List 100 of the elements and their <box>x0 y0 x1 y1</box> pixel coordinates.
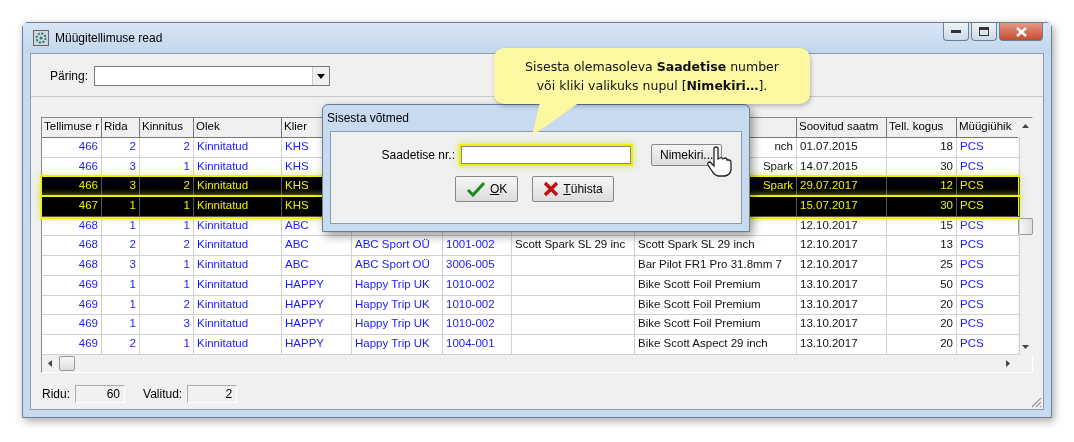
line-cell-text: 2 <box>129 336 136 351</box>
client-name-cell: ABC Sport OÜ <box>355 258 430 273</box>
quantity-cell-text: 13 <box>940 238 953 253</box>
line-cell-text: 2 <box>129 238 136 253</box>
order-number-cell-text: 469 <box>78 277 98 292</box>
client-code-cell-text: KHS <box>285 140 309 154</box>
client-code-cell-text: KHS <box>285 159 309 174</box>
unit-cell-text: PCS <box>960 238 984 253</box>
confirmation-cell-text: 2 <box>183 297 190 312</box>
client-code-cell: HAPPY <box>285 317 324 332</box>
confirmation-cell-text: 1 <box>183 218 190 233</box>
status-cell-text: Kinnitatud <box>197 238 249 253</box>
status-label: Valitud: <box>143 387 183 401</box>
quantity-cell-text: 20 <box>940 297 953 312</box>
date-cell-text: 12.10.2017 <box>800 238 858 253</box>
line-cell: 1 <box>129 317 136 332</box>
status-value: 60 <box>75 385 125 403</box>
date-cell-text: 13.10.2017 <box>800 297 858 312</box>
client-code-cell: KHS <box>285 199 309 214</box>
line-cell-text: 3 <box>129 159 136 174</box>
line-cell-text: 1 <box>129 297 136 312</box>
callout-text: Sisesta olemasoleva Saadetise number või kliki valikuks nupul [Nimekiri…]. <box>524 58 780 95</box>
article-name-cell-text: Spark <box>762 159 793 174</box>
quantity-cell-text: 20 <box>940 336 953 351</box>
unit-cell-text: PCS <box>960 179 984 194</box>
date-cell-text: 13.10.2017 <box>800 336 858 351</box>
quantity-cell-text: 12 <box>940 179 953 194</box>
unit-cell: PCS <box>960 317 984 332</box>
unit-cell-text: PCS <box>960 140 984 154</box>
order-number-cell-text: 468 <box>78 218 98 233</box>
article-code-cell-text: 1010-002 <box>446 297 495 312</box>
client-code-cell-text: HAPPY <box>285 297 324 312</box>
quantity-cell-text: 30 <box>940 159 953 174</box>
order-number-cell: 468 <box>78 258 98 273</box>
client-name-cell: Happy Trip UK <box>355 317 430 332</box>
article-name-cell-text: Bike Scott Foil Premium <box>638 297 761 312</box>
client-code-cell-text: HAPPY <box>285 277 324 292</box>
article-name-cell: Bar Pilot FR1 Pro 31.8mm 7 <box>638 258 782 273</box>
confirmation-cell-text: 2 <box>183 140 190 154</box>
quantity-cell: 30 <box>940 199 953 214</box>
client-code-cell-text: KHS <box>285 179 309 194</box>
status-cell-text: Kinnitatud <box>197 297 249 312</box>
status-cell: Kinnitatud <box>197 199 249 214</box>
order-number-cell-text: 469 <box>78 336 98 351</box>
unit-cell: PCS <box>960 199 984 214</box>
status-cell: Kinnitatud <box>197 258 249 273</box>
confirmation-cell-text: 1 <box>183 277 190 292</box>
date-cell-text: 14.07.2015 <box>800 159 858 174</box>
client-code-cell-text: ABC <box>285 238 309 253</box>
quantity-cell: 20 <box>940 317 953 332</box>
article-name-cell-text: Bike Scott Foil Premium <box>638 277 761 292</box>
article-name-cell-text: nch <box>774 140 793 154</box>
date-cell-text: 29.07.2017 <box>800 179 858 194</box>
article-name-cell-text: Spark <box>762 179 793 194</box>
status-cell-text: Kinnitatud <box>197 336 249 351</box>
unit-cell: PCS <box>960 258 984 273</box>
query-label: Päring: <box>50 69 89 83</box>
line-cell-text: 3 <box>129 179 136 194</box>
status-cell-text: Kinnitatud <box>197 140 249 154</box>
quantity-cell-text: 50 <box>940 277 953 292</box>
article-code-cell-text: 1004-001 <box>446 336 495 351</box>
date-cell: 15.07.2017 <box>800 199 858 214</box>
unit-cell-text: PCS <box>960 159 984 174</box>
order-number-cell: 469 <box>78 317 98 332</box>
article-code-cell-text: 1001-002 <box>446 238 495 253</box>
order-number-cell-text: 468 <box>78 238 98 253</box>
quantity-cell-text: 15 <box>940 218 953 233</box>
order-number-cell-text: 466 <box>78 159 98 174</box>
line-cell-text: 1 <box>129 277 136 292</box>
order-number-cell-text: 469 <box>78 297 98 312</box>
confirmation-cell-text: 1 <box>183 159 190 174</box>
line-cell: 3 <box>129 258 136 273</box>
status-cell-text: Kinnitatud <box>197 159 249 174</box>
unit-cell-text: PCS <box>960 218 984 233</box>
status-cell: Kinnitatud <box>197 317 249 332</box>
date-cell: 13.10.2017 <box>800 317 858 332</box>
status-cell-text: Kinnitatud <box>197 277 249 292</box>
confirmation-cell: 1 <box>183 258 190 273</box>
article-code-cell: 3006-005 <box>446 258 495 273</box>
unit-cell-text: PCS <box>960 297 984 312</box>
order-number-cell: 467 <box>78 199 98 214</box>
unit-cell-text: PCS <box>960 336 984 351</box>
article-code-cell-text: 1010-002 <box>446 277 495 292</box>
date-cell-text: 12.10.2017 <box>800 218 858 233</box>
date-cell-text: 13.10.2017 <box>800 277 858 292</box>
client-name-cell-text: Happy Trip UK <box>355 277 430 292</box>
article-name-cell: Bike Scott Foil Premium <box>638 317 761 332</box>
quantity-cell: 25 <box>940 258 953 273</box>
client-name-cell-text: Happy Trip UK <box>355 297 430 312</box>
article-name-cell-text: Scott Spark SL 29 inch <box>638 238 755 253</box>
client-name-cell-text: ABC Sport OÜ <box>355 238 430 253</box>
client-code-cell: ABC <box>285 258 309 273</box>
client-code-cell-text: ABC <box>285 218 309 233</box>
order-number-cell-text: 466 <box>78 179 98 194</box>
status-value: 2 <box>187 385 238 403</box>
description-cell-text: Scott Spark SL 29 inc <box>515 238 626 253</box>
unit-cell-text: PCS <box>960 277 984 292</box>
client-name-cell-text: Happy Trip UK <box>355 336 430 351</box>
status-cell-text: Kinnitatud <box>197 179 249 194</box>
confirmation-cell-text: 2 <box>183 179 190 194</box>
